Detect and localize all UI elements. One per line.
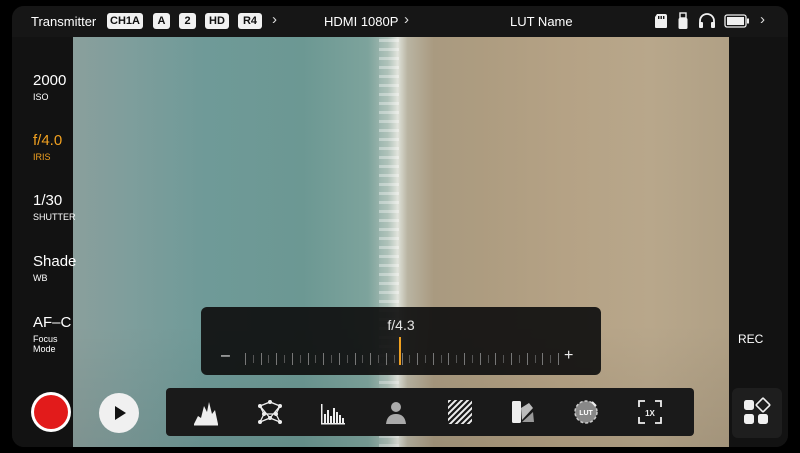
wb-value: Shade bbox=[33, 253, 77, 270]
right-panel: REC bbox=[729, 37, 788, 447]
slider-tick bbox=[276, 353, 277, 365]
slider-tick bbox=[488, 355, 489, 363]
slider-tick bbox=[448, 353, 449, 365]
playback-button[interactable] bbox=[99, 393, 139, 433]
slider-tick bbox=[284, 355, 285, 363]
iris-slider-panel[interactable]: f/4.3 – + bbox=[201, 307, 601, 375]
lut-name-label[interactable]: LUT Name bbox=[510, 14, 573, 29]
slider-tick bbox=[394, 355, 395, 363]
shutter-label: SHUTTER bbox=[33, 212, 76, 222]
slider-tick bbox=[347, 355, 348, 363]
slider-tick bbox=[495, 353, 496, 365]
top-status-bar: Transmitter CH1A A 2 HD R4 › HDMI 1080P … bbox=[12, 6, 788, 37]
transmitter-chevron-icon[interactable]: › bbox=[272, 11, 277, 28]
focus-peaking-icon[interactable] bbox=[256, 398, 284, 426]
histogram-icon[interactable] bbox=[319, 398, 347, 426]
slider-tick bbox=[339, 353, 340, 365]
apps-button[interactable] bbox=[732, 388, 782, 438]
battery-icon bbox=[724, 14, 749, 28]
lut-icon[interactable]: LUT bbox=[572, 398, 600, 426]
slider-tick bbox=[292, 353, 293, 365]
quality-badge[interactable]: HD bbox=[205, 13, 229, 29]
slider-tick bbox=[323, 353, 324, 365]
mode-badge[interactable]: A bbox=[153, 13, 170, 29]
focus-mode-param[interactable]: AF–C Focus Mode bbox=[33, 314, 73, 354]
slider-tick bbox=[550, 355, 551, 363]
zoom-1x-icon[interactable]: 1X bbox=[636, 398, 664, 426]
slider-tick bbox=[315, 355, 316, 363]
iris-increase-button[interactable]: + bbox=[564, 347, 573, 365]
shutter-param[interactable]: 1/30 SHUTTER bbox=[33, 192, 76, 222]
iris-slider-value: f/4.3 bbox=[387, 317, 415, 333]
slider-tick bbox=[472, 355, 473, 363]
slider-tick bbox=[253, 355, 254, 363]
slider-tick bbox=[480, 353, 481, 365]
slider-tick bbox=[464, 353, 465, 365]
waveform-icon[interactable] bbox=[192, 398, 220, 426]
record-button[interactable] bbox=[31, 392, 71, 432]
headphones-icon bbox=[699, 13, 715, 28]
slider-tick bbox=[425, 355, 426, 363]
rec-label[interactable]: REC bbox=[738, 332, 763, 346]
transmitter-label[interactable]: Transmitter bbox=[31, 14, 96, 29]
slider-tick bbox=[268, 355, 269, 363]
iris-label: IRIS bbox=[33, 152, 51, 162]
slider-tick bbox=[503, 355, 504, 363]
hdmi-chevron-icon[interactable]: › bbox=[404, 11, 409, 28]
iso-param[interactable]: 2000 ISO bbox=[33, 72, 66, 102]
slider-tick bbox=[409, 355, 410, 363]
slider-tick bbox=[261, 353, 262, 365]
slider-tick bbox=[527, 353, 528, 365]
slider-tick bbox=[386, 353, 387, 365]
slider-tick bbox=[558, 353, 559, 365]
focus-mode-value: AF–C bbox=[33, 314, 72, 331]
exposure-person-icon[interactable] bbox=[382, 398, 410, 426]
iris-slider-marker[interactable] bbox=[399, 337, 401, 365]
slider-tick bbox=[378, 355, 379, 363]
camera-params-panel: 2000 ISO f/4.0 IRIS 1/30 SHUTTER Shade W… bbox=[12, 37, 76, 447]
iris-slider-track[interactable] bbox=[245, 353, 559, 365]
slider-tick bbox=[308, 353, 309, 365]
slider-tick bbox=[535, 355, 536, 363]
iris-value: f/4.0 bbox=[33, 132, 63, 149]
slider-tick bbox=[456, 355, 457, 363]
slider-tick bbox=[300, 355, 301, 363]
channel-badge[interactable]: CH1A bbox=[107, 13, 143, 29]
iris-param[interactable]: f/4.0 IRIS bbox=[33, 132, 62, 162]
live-view-image[interactable] bbox=[73, 37, 729, 447]
iso-label: ISO bbox=[33, 92, 49, 102]
slider-tick bbox=[511, 353, 512, 365]
range-badge[interactable]: R4 bbox=[238, 13, 262, 29]
slider-tick bbox=[245, 353, 246, 365]
slider-tick bbox=[441, 355, 442, 363]
iris-decrease-button[interactable]: – bbox=[221, 347, 230, 365]
slider-tick bbox=[542, 353, 543, 365]
slider-tick bbox=[355, 353, 356, 365]
focus-mode-label: Focus Mode bbox=[33, 334, 58, 354]
play-icon bbox=[115, 406, 126, 420]
zebra-icon[interactable] bbox=[446, 398, 474, 426]
hdmi-format-label[interactable]: HDMI 1080P bbox=[324, 14, 398, 29]
slider-tick bbox=[362, 355, 363, 363]
slider-tick bbox=[519, 355, 520, 363]
sd-card-icon bbox=[655, 14, 667, 28]
slider-tick bbox=[433, 353, 434, 365]
monitor-frame: Transmitter CH1A A 2 HD R4 › HDMI 1080P … bbox=[12, 6, 788, 447]
apps-grid-icon bbox=[744, 397, 771, 424]
number-badge[interactable]: 2 bbox=[179, 13, 196, 29]
lut-icon-label: LUT bbox=[579, 410, 593, 417]
slider-tick bbox=[417, 353, 418, 365]
status-chevron-icon[interactable]: › bbox=[760, 11, 765, 28]
false-color-icon[interactable] bbox=[509, 398, 537, 426]
wb-label: WB bbox=[33, 273, 48, 283]
tool-bar: LUT 1X bbox=[166, 388, 694, 436]
iso-value: 2000 bbox=[33, 72, 67, 89]
wb-param[interactable]: Shade WB bbox=[33, 253, 76, 283]
usb-drive-icon bbox=[678, 12, 688, 29]
shutter-value: 1/30 bbox=[33, 192, 63, 209]
slider-tick bbox=[331, 355, 332, 363]
zoom-level-label: 1X bbox=[645, 409, 655, 418]
slider-tick bbox=[370, 353, 371, 365]
slider-tick bbox=[402, 353, 403, 365]
